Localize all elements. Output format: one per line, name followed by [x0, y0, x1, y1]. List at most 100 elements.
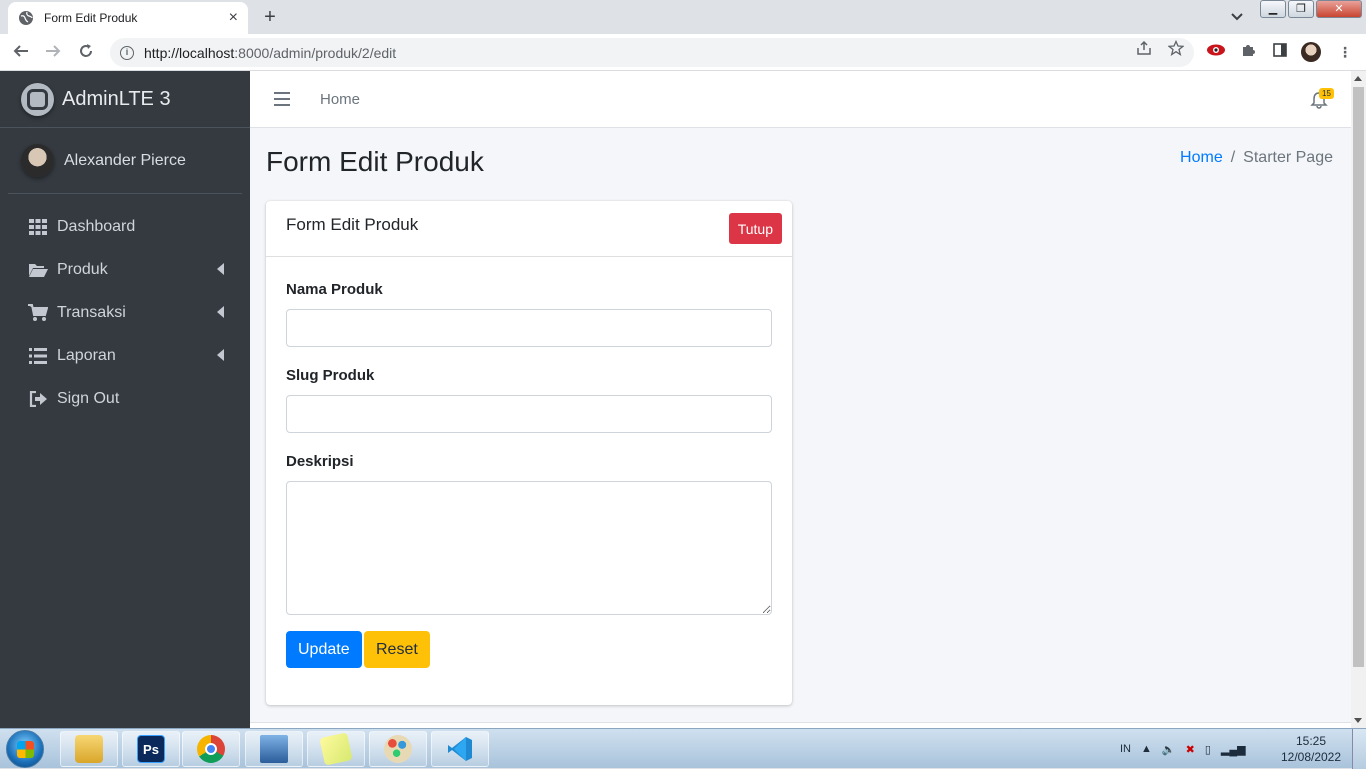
deskripsi-textarea[interactable] [286, 481, 772, 615]
scroll-down-arrow-icon[interactable] [1354, 718, 1362, 723]
tab-close-icon[interactable]: × [229, 9, 238, 27]
window-controls: ▁ ❐ ✕ [1260, 0, 1362, 18]
edit-product-card: Form Edit Produk Tutup Nama Produk Slug … [266, 201, 792, 705]
sidebar-item-dashboard[interactable]: Dashboard [8, 207, 242, 247]
breadcrumb-current: Starter Page [1243, 149, 1333, 166]
reset-button[interactable]: Reset [364, 631, 430, 668]
card-header: Form Edit Produk Tutup [266, 201, 792, 257]
page: AdminLTE 3 Alexander Pierce Dashboard Pr… [0, 71, 1366, 728]
folder-open-icon [28, 261, 48, 279]
remote-desktop-icon[interactable] [245, 731, 303, 767]
system-clock[interactable]: 15:25 12/08/2022 [1278, 733, 1344, 765]
browser-tab-strip: Form Edit Produk × + ▁ ❐ ✕ [0, 0, 1366, 34]
user-name: Alexander Pierce [64, 151, 186, 169]
reload-icon[interactable] [75, 42, 97, 64]
sidebar-item-sign-out[interactable]: Sign Out [8, 379, 242, 419]
scrollbar-thumb[interactable] [1353, 87, 1364, 667]
windows-logo-icon [17, 741, 34, 758]
breadcrumb-separator: / [1230, 149, 1236, 166]
sidebar-item-label: Transaksi [57, 304, 126, 321]
sidebar-item-laporan[interactable]: Laporan [8, 336, 242, 376]
grid-icon [28, 218, 48, 236]
sidebar-item-label: Produk [57, 261, 108, 278]
adminlte-logo-icon [21, 82, 54, 116]
network-warning-icon[interactable]: ✖ [1186, 743, 1195, 756]
menu-kebab-icon[interactable]: ⋮ [1335, 42, 1355, 62]
card-title: Form Edit Produk [286, 215, 419, 234]
slug-produk-label: Slug Produk [286, 367, 375, 384]
list-icon [28, 347, 48, 365]
scroll-up-arrow-icon[interactable] [1354, 76, 1362, 81]
vscode-icon[interactable] [431, 731, 489, 767]
url-host: http://localhost [144, 44, 235, 61]
clock-time: 15:25 [1295, 734, 1327, 748]
breadcrumb-home-link[interactable]: Home [1180, 149, 1223, 166]
browser-tab[interactable]: Form Edit Produk × [8, 2, 248, 34]
profile-avatar-icon[interactable] [1301, 42, 1321, 62]
brand-link[interactable]: AdminLTE 3 [0, 71, 250, 128]
volume-icon[interactable]: 🔈 [1162, 743, 1176, 756]
top-navbar: Home 15 [250, 71, 1351, 128]
eye-extension-icon[interactable] [1206, 42, 1226, 62]
bookmark-star-icon[interactable] [1166, 39, 1186, 60]
nama-produk-input[interactable] [286, 309, 772, 347]
user-panel[interactable]: Alexander Pierce [8, 128, 242, 194]
sidebar-item-label: Dashboard [57, 218, 136, 235]
nama-produk-label: Nama Produk [286, 281, 383, 298]
sidebar-item-produk[interactable]: Produk [8, 250, 242, 290]
language-indicator[interactable]: IN [1120, 743, 1131, 755]
update-button[interactable]: Update [286, 631, 362, 668]
taskbar: Ps IN ▲ 🔈 ✖ ▯ ▂▄▆ 15:25 12/08/2022 [0, 728, 1366, 769]
site-info-icon[interactable]: i [120, 45, 134, 60]
sidebar-item-label: Laporan [57, 347, 116, 364]
tab-search-chevron-icon[interactable] [1225, 6, 1249, 28]
notification-badge: 15 [1319, 88, 1334, 99]
extensions-puzzle-icon[interactable] [1238, 42, 1258, 62]
paint-icon[interactable] [369, 731, 427, 767]
show-desktop-button[interactable] [1352, 729, 1366, 769]
sidebar-item-label: Sign Out [57, 390, 120, 407]
battery-icon[interactable]: ▯ [1205, 743, 1211, 756]
clock-date: 12/08/2022 [1280, 750, 1342, 764]
new-tab-button[interactable]: + [258, 5, 282, 29]
breadcrumb: Home / Starter Page [1180, 149, 1333, 167]
nav-home-link[interactable]: Home [320, 91, 360, 108]
brand-text: AdminLTE 3 [62, 87, 171, 110]
close-button[interactable]: Tutup [728, 213, 782, 244]
start-button[interactable] [6, 730, 44, 768]
avatar [21, 144, 54, 177]
address-bar[interactable]: i http://localhost:8000/admin/produk/2/e… [110, 38, 1194, 67]
restore-button[interactable]: ❐ [1288, 0, 1314, 18]
hamburger-menu-icon[interactable] [274, 92, 290, 110]
sign-out-icon [28, 390, 48, 408]
side-panel-icon[interactable] [1270, 42, 1290, 62]
chevron-left-icon [217, 349, 224, 361]
photoshop-logo: Ps [137, 735, 165, 763]
cart-icon [28, 304, 48, 322]
vertical-scrollbar[interactable] [1351, 71, 1366, 728]
share-icon[interactable] [1134, 40, 1154, 60]
sticky-notes-icon[interactable] [307, 731, 365, 767]
tab-title: Form Edit Produk [44, 11, 138, 25]
show-hidden-icons-arrow-icon[interactable]: ▲ [1141, 743, 1152, 755]
page-title: Form Edit Produk [266, 146, 484, 177]
sidebar-nav: Dashboard Produk Transaksi Laporan Sign … [0, 207, 250, 419]
photoshop-icon[interactable]: Ps [122, 731, 180, 767]
sidebar-item-transaksi[interactable]: Transaksi [8, 293, 242, 333]
minimize-button[interactable]: ▁ [1260, 0, 1286, 18]
forward-arrow-icon[interactable] [42, 42, 64, 64]
browser-toolbar: i http://localhost:8000/admin/produk/2/e… [0, 34, 1366, 71]
sidebar: AdminLTE 3 Alexander Pierce Dashboard Pr… [0, 71, 250, 728]
slug-produk-input[interactable] [286, 395, 772, 433]
deskripsi-label: Deskripsi [286, 453, 354, 470]
url-path: :8000/admin/produk/2/edit [234, 44, 397, 61]
chrome-icon[interactable] [182, 731, 240, 767]
file-explorer-icon[interactable] [60, 731, 118, 767]
chevron-left-icon [217, 306, 224, 318]
signal-bars-icon[interactable]: ▂▄▆ [1221, 743, 1246, 756]
url-text: http://localhost:8000/admin/produk/2/edi… [144, 45, 396, 61]
window-close-button[interactable]: ✕ [1316, 0, 1362, 18]
back-arrow-icon[interactable] [10, 42, 32, 64]
globe-icon [19, 11, 33, 25]
chevron-left-icon [217, 263, 224, 275]
